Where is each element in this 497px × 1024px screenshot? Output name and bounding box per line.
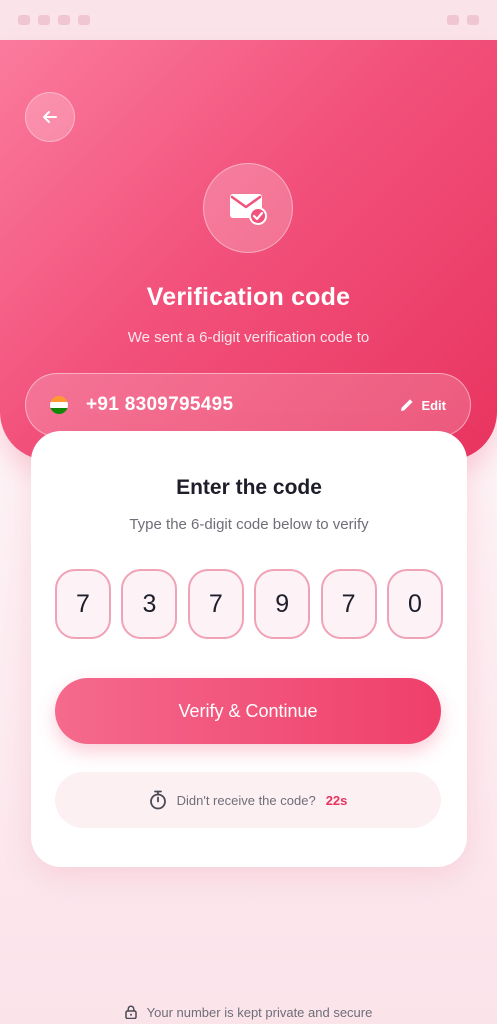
status-left bbox=[18, 15, 90, 25]
status-bar bbox=[0, 0, 497, 40]
status-icon bbox=[58, 15, 70, 25]
otp-input-group: 7 3 7 9 7 0 bbox=[55, 569, 443, 639]
india-flag-icon bbox=[50, 396, 68, 414]
status-right bbox=[447, 15, 479, 25]
privacy-note: Your number is kept private and secure bbox=[0, 1002, 497, 1022]
header-panel: Verification code We sent a 6-digit veri… bbox=[0, 40, 497, 460]
mail-check-icon bbox=[230, 194, 267, 225]
lock-icon bbox=[124, 1005, 137, 1019]
page-subtitle: We sent a 6-digit verification code to bbox=[127, 329, 370, 346]
arrow-left-icon bbox=[43, 111, 57, 123]
pencil-icon bbox=[401, 399, 414, 411]
card-title: Enter the code bbox=[176, 476, 322, 499]
otp-digit-6[interactable]: 0 bbox=[386, 569, 443, 639]
card-subtitle: Type the 6-digit code below to verify bbox=[129, 516, 369, 533]
mail-badge bbox=[203, 163, 293, 253]
otp-digit-5[interactable]: 7 bbox=[320, 569, 377, 639]
resend-countdown: 22s bbox=[325, 792, 348, 808]
otp-digit-4[interactable]: 9 bbox=[254, 569, 311, 639]
signal-icon bbox=[447, 15, 459, 25]
back-button[interactable] bbox=[25, 92, 75, 142]
edit-label: Edit bbox=[421, 397, 446, 413]
resend-text: Didn't receive the code? bbox=[176, 792, 316, 808]
otp-digit-1[interactable]: 7 bbox=[55, 569, 111, 639]
phone-number: +91 8309795495 bbox=[86, 394, 234, 415]
edit-phone-button[interactable]: Edit bbox=[399, 397, 446, 413]
battery-icon bbox=[467, 15, 479, 25]
otp-digit-2[interactable]: 3 bbox=[121, 569, 178, 639]
privacy-text: Your number is kept private and secure bbox=[146, 1004, 373, 1020]
status-icon bbox=[18, 15, 30, 25]
verify-continue-button[interactable]: Verify & Continue bbox=[55, 678, 441, 744]
code-entry-card: Enter the code Type the 6-digit code bel… bbox=[31, 431, 467, 867]
status-icon bbox=[78, 15, 90, 25]
status-icon bbox=[38, 15, 50, 25]
phone-display: +91 8309795495 Edit bbox=[25, 373, 471, 437]
stopwatch-icon bbox=[149, 790, 166, 810]
resend-timer: Didn't receive the code? 22s bbox=[55, 772, 441, 828]
otp-digit-3[interactable]: 7 bbox=[187, 569, 244, 639]
page-title: Verification code bbox=[146, 283, 351, 311]
